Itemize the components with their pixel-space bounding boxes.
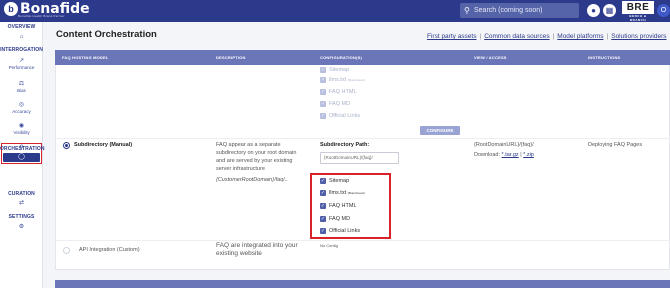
column-header: INSTRUCTIONS <box>588 55 621 60</box>
checkbox-faq-md-prev[interactable]: ✓ <box>320 101 326 107</box>
link-first-party-assets[interactable]: First party assets <box>427 33 476 40</box>
row-divider <box>55 240 670 241</box>
column-header: FAQ HOSTING MODEL <box>62 55 109 60</box>
instructions-link[interactable]: Deploying FAQ Pages <box>588 141 642 149</box>
checkbox-official-links[interactable]: ✓ <box>320 228 326 234</box>
page-title: Content Orchestration <box>56 29 157 40</box>
sidebar-item-overview[interactable]: ⌂ <box>0 34 43 41</box>
download-separator: | <box>520 152 522 158</box>
sidebar-section-settings[interactable]: SETTINGS <box>0 214 43 220</box>
checkbox-label: Official Links <box>329 228 361 234</box>
search-input[interactable]: ⚲ Search (coming soon) <box>460 3 579 18</box>
grid-icon[interactable]: ▦ <box>603 4 616 17</box>
description-line: server infrastructure <box>216 166 265 172</box>
description-line: existing website <box>216 250 262 257</box>
download-links: Download: *.tar.gz | *.zip <box>474 152 534 158</box>
client-logo-text: BRE <box>626 2 650 13</box>
download-tar-link[interactable]: *.tar.gz <box>502 152 519 158</box>
description-line: FAQ are integrated into your <box>216 242 298 249</box>
chart-icon: ↗ <box>18 58 25 64</box>
link-solutions-providers[interactable]: Solutions providers <box>611 33 666 40</box>
sidebar-item-bias[interactable]: ⚖ Bias <box>0 81 43 94</box>
sidebar-section-overview[interactable]: OVERVIEW <box>0 24 43 30</box>
sidebar-item-accuracy[interactable]: ◎ Accuracy <box>0 102 43 115</box>
client-logo-sub: BENCH & BRANCH <box>622 14 654 22</box>
target-icon: ◎ <box>18 102 25 108</box>
checkbox-label: Official Links <box>329 113 361 119</box>
checkbox-label: FAQ HTML <box>329 89 357 95</box>
next-section-header <box>55 280 670 288</box>
link-common-data-sources[interactable]: Common data sources <box>484 33 549 40</box>
description-line: and are served by your existing <box>216 158 293 164</box>
gear-icon: ⚙ <box>18 224 25 230</box>
sidebar-item-performance[interactable]: ↗ Performance <box>0 58 43 71</box>
checkbox-faq-html[interactable]: ✓ <box>320 203 326 209</box>
subdirectory-path-label: Subdirectory Path: <box>320 142 370 148</box>
curation-icon: ⇄ <box>18 200 25 206</box>
home-icon: ⌂ <box>19 34 24 40</box>
sidebar-item-label: Bias <box>17 88 26 93</box>
scale-icon: ⚖ <box>18 81 25 87</box>
eye-icon: ◉ <box>18 123 25 129</box>
checkbox-label: FAQ MD <box>329 101 351 107</box>
sidebar-item-curation[interactable]: ⇄ <box>0 200 43 207</box>
sidebar-section-curation[interactable]: CURATION <box>0 191 43 197</box>
column-header: CONFIGURATION(S) <box>320 55 363 60</box>
checkbox-label: llms.txt (Brand-level) <box>329 77 365 83</box>
sidebar-item-settings[interactable]: ⚙ <box>0 224 43 231</box>
checkbox-llms-txt[interactable]: ✓ <box>320 190 326 196</box>
view-path: {RootDomainURL}/{faq}/ <box>474 142 534 148</box>
table-header <box>55 50 670 65</box>
subdirectory-path-input[interactable]: {RootDomainURL}/{faq}/ <box>320 152 399 164</box>
row-divider <box>55 138 670 139</box>
sidebar-item-label: Accuracy <box>12 109 31 114</box>
brand-sub: Bonafide Health Brand Partner <box>18 14 65 18</box>
description-line: subdirectory on your root domain <box>216 150 297 156</box>
radio-subdirectory[interactable] <box>63 142 70 149</box>
radio-api-integration[interactable] <box>63 247 70 254</box>
top-bar: b Bonafide Bonafide Health Brand Partner… <box>0 0 670 22</box>
search-placeholder: Search (coming soon) <box>474 7 543 14</box>
checkbox-sitemap-prev[interactable]: ✓ <box>320 67 326 73</box>
path-example: {CustomerRootDomain}/faq/.. <box>216 177 288 183</box>
sidebar-item-orchestration[interactable]: ◯ <box>3 153 40 162</box>
sidebar-item-visibility[interactable]: ◉ Visibility <box>0 123 43 136</box>
checkbox-sitemap[interactable]: ✓ <box>320 178 326 184</box>
checkbox-official-links-prev[interactable]: ✓ <box>320 113 326 119</box>
checkbox-faq-html-prev[interactable]: ✓ <box>320 89 326 95</box>
sidebar-item-label: Visibility <box>13 130 30 135</box>
hosting-model-subdirectory: Subdirectory (Manual) <box>74 142 133 148</box>
checkbox-faq-md[interactable]: ✓ <box>320 216 326 222</box>
checkbox-label: Sitemap <box>329 178 350 184</box>
checkbox-label: llms.txt (Brand-level) <box>329 190 365 196</box>
search-icon: ⚲ <box>464 6 470 15</box>
checkbox-label: FAQ HTML <box>329 203 357 209</box>
link-model-platforms[interactable]: Model platforms <box>557 33 603 40</box>
download-label: Download: <box>474 152 500 158</box>
bonafide-logo-icon: b <box>4 2 18 16</box>
user-avatar[interactable]: O <box>657 4 670 17</box>
column-header: DESCRIPTION <box>216 55 246 60</box>
sidebar-section-interrogation: INTERROGATION <box>0 47 43 53</box>
checkbox-label: Sitemap <box>329 67 350 73</box>
orchestration-icon: ◯ <box>18 154 25 160</box>
hosting-model-api: API Integration (Custom) <box>79 247 140 253</box>
download-zip-link[interactable]: *.zip <box>523 152 534 158</box>
configure-button[interactable]: CONFIGURE <box>420 126 460 135</box>
sidebar-item-label: Performance <box>8 65 35 70</box>
checkbox-llms-prev[interactable]: ✓ <box>320 77 326 83</box>
client-logo: BRE BENCH & BRANCH <box>622 1 654 22</box>
column-header: VIEW / ACCESS <box>474 55 507 60</box>
checkbox-label: FAQ MD <box>329 216 351 222</box>
notification-icon[interactable]: ● <box>587 4 600 17</box>
description-line: FAQ appear as a separate <box>216 142 281 148</box>
api-config: No Config <box>320 243 338 248</box>
top-links: First party assets | Common data sources | M… <box>427 33 667 40</box>
sidebar-section-orchestration[interactable]: ORCHESTRATION <box>0 146 44 152</box>
